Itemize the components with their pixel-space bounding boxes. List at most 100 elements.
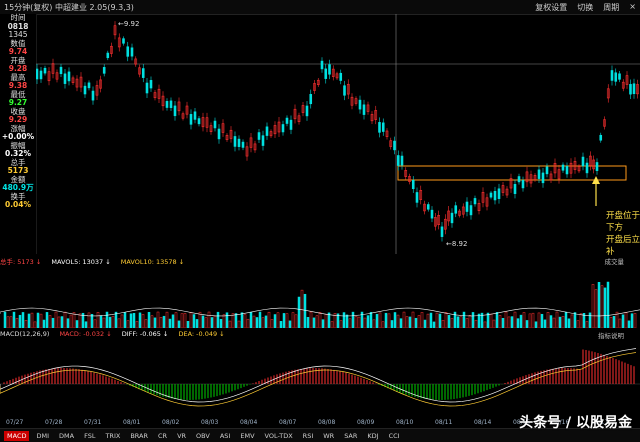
- candle-body: [285, 117, 289, 124]
- tab-vol-tdx[interactable]: VOL-TDX: [262, 431, 296, 441]
- macd-params-label: MACD(12,26,9): [0, 330, 50, 338]
- candle-body: [465, 201, 469, 212]
- macd-value-label: MACD: -0.032 ↓: [59, 330, 112, 338]
- volume-bar: [621, 314, 625, 329]
- volume-bar: [441, 319, 445, 329]
- tab-dma[interactable]: DMA: [56, 431, 77, 441]
- volume-bar: [534, 321, 538, 329]
- volume-bar: [471, 312, 475, 329]
- tab-macd[interactable]: MACD: [4, 430, 30, 441]
- vol-total-label: 总手: 5173 ↓: [0, 258, 42, 266]
- tab-wr[interactable]: WR: [320, 431, 337, 441]
- volume-bar: [48, 315, 52, 329]
- tab-brar[interactable]: BRAR: [127, 431, 151, 441]
- volume-bar: [414, 317, 418, 329]
- candle-body: [122, 38, 125, 44]
- tab-dmi[interactable]: DMI: [33, 431, 52, 441]
- volume-bar: [309, 311, 313, 329]
- tab-cr[interactable]: CR: [155, 431, 170, 441]
- volume-bar: [105, 311, 109, 329]
- volume-bar: [435, 312, 439, 329]
- volume-bar: [36, 312, 40, 329]
- volume-bar: [90, 313, 94, 329]
- tab-trix[interactable]: TRIX: [102, 431, 123, 441]
- volume-bar: [117, 318, 121, 329]
- volume-bar: [39, 313, 43, 329]
- volume-bar: [72, 312, 76, 329]
- info-value: 0.04%: [4, 200, 32, 209]
- volume-bar: [501, 317, 505, 329]
- volume-bar: [138, 312, 142, 329]
- indicator-help[interactable]: 指标说明: [598, 330, 624, 340]
- volume-bar: [363, 317, 367, 329]
- candle-body: [241, 141, 245, 148]
- volume-bar: [312, 317, 316, 329]
- volume-bar: [51, 317, 55, 329]
- volume-bar: [549, 315, 553, 329]
- volume-bar: [285, 313, 289, 329]
- candle-body: [257, 132, 261, 140]
- volume-bar: [216, 311, 220, 329]
- volume-bar: [246, 318, 250, 329]
- candlestick-chart[interactable]: ←9.92 ←8.92 开盘位于缺口 下方 开盘后立即回 补: [35, 14, 640, 257]
- volume-bar: [591, 284, 595, 329]
- volume-bar: [168, 318, 172, 329]
- volume-bar: [210, 317, 214, 329]
- top-right-controls: 复权设置 切换 周期 ×: [535, 2, 636, 13]
- candle-body: [393, 140, 396, 151]
- volume-bar: [93, 319, 97, 329]
- volume-header: 总手: 5173 ↓ MAVOL5: 13037 ↓ MAVOL10: 1357…: [0, 256, 640, 266]
- volume-bar: [66, 318, 70, 329]
- tab-vr[interactable]: VR: [174, 431, 189, 441]
- candle-body: [581, 156, 585, 167]
- candle-body: [358, 99, 362, 110]
- tab-sar[interactable]: SAR: [341, 431, 360, 441]
- tab-emv[interactable]: EMV: [237, 431, 257, 441]
- volume-bar: [45, 312, 49, 329]
- volume-bar: [372, 319, 376, 329]
- volume-bar: [576, 320, 580, 329]
- tab-asi[interactable]: ASI: [217, 431, 234, 441]
- candle-body: [599, 134, 603, 141]
- tab-obv[interactable]: OBV: [193, 431, 213, 441]
- volume-bar: [399, 318, 403, 329]
- tab-kdj[interactable]: KDJ: [364, 431, 381, 441]
- macd-chart[interactable]: [0, 340, 640, 418]
- volume-bar: [351, 311, 355, 329]
- volume-bar: [483, 321, 487, 329]
- volume-bar: [108, 316, 112, 329]
- volume-bar: [375, 313, 379, 329]
- volume-bar: [102, 317, 106, 329]
- volume-bar: [354, 316, 358, 329]
- date-tick: 07/27: [6, 419, 24, 426]
- volume-bar: [381, 321, 385, 329]
- volume-bar: [447, 314, 451, 329]
- candle-body: [169, 100, 173, 108]
- volume-title[interactable]: 成交量: [605, 256, 625, 266]
- volume-bar: [618, 318, 622, 329]
- restore-settings-button[interactable]: 复权设置: [535, 2, 567, 13]
- date-tick: 08/11: [435, 419, 453, 426]
- candle-body: [493, 190, 497, 201]
- volume-bar: [543, 319, 547, 329]
- candle-body: [426, 204, 430, 210]
- volume-bar: [567, 318, 571, 329]
- close-icon[interactable]: ×: [629, 2, 636, 13]
- tab-fsl[interactable]: FSL: [81, 431, 98, 441]
- volume-bar: [228, 320, 232, 329]
- volume-bar: [465, 318, 469, 329]
- volume-bar: [21, 312, 25, 329]
- candle-body: [473, 198, 477, 205]
- gap-box: [397, 165, 627, 181]
- period-button[interactable]: 周期: [603, 2, 619, 13]
- tab-cci[interactable]: CCI: [386, 431, 403, 441]
- tab-rsi[interactable]: RSI: [300, 431, 317, 441]
- candle-body: [521, 180, 525, 189]
- info-item: 最低 9.27: [0, 90, 36, 108]
- volume-chart[interactable]: [0, 266, 640, 329]
- volume-bar: [402, 311, 406, 329]
- volume-bar: [393, 312, 397, 329]
- candle-body: [130, 47, 134, 57]
- volume-bar: [507, 316, 511, 329]
- switch-button[interactable]: 切换: [577, 2, 593, 13]
